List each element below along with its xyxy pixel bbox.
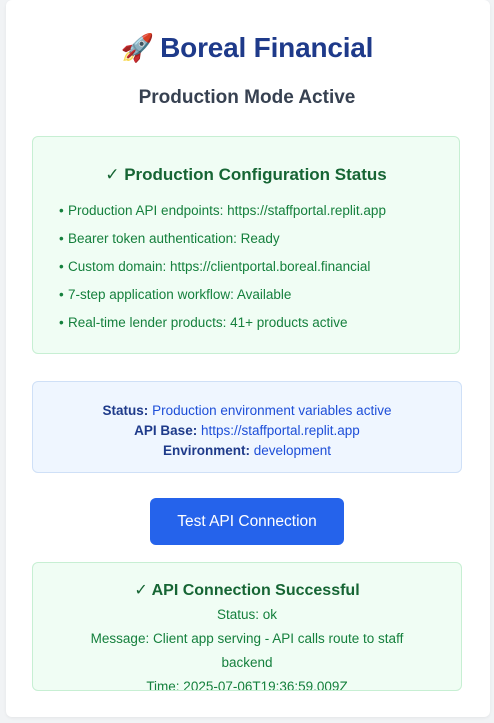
rocket-icon: 🚀	[120, 33, 155, 63]
list-item: • Bearer token authentication: Ready	[59, 231, 386, 259]
environment-info-panel: Status: Production environment variables…	[32, 381, 462, 473]
list-item-text: Custom domain: https://clientportal.bore…	[68, 259, 371, 274]
api-result-status: Status: ok	[216, 607, 278, 622]
environment-value: development	[253, 443, 332, 458]
test-api-connection-button[interactable]: Test API Connection	[150, 498, 344, 545]
page-title: 🚀 Boreal Financial	[0, 32, 494, 64]
bullet-icon: •	[59, 203, 64, 218]
app-title-text: Boreal Financial	[160, 32, 374, 63]
list-item: • Production API endpoints: https://staff…	[59, 203, 386, 231]
api-result-time: Time: 2025-07-06T19:36:59.009Z	[146, 679, 348, 691]
environment-row: Environment: development	[33, 441, 461, 461]
bullet-icon: •	[59, 287, 64, 302]
api-base-row: API Base: https://staffportal.replit.app	[33, 421, 461, 441]
bullet-icon: •	[59, 231, 64, 246]
list-item: • Custom domain: https://clientportal.bor…	[59, 259, 386, 287]
environment-label: Environment:	[162, 443, 250, 458]
status-value: Production environment variables active	[152, 403, 392, 418]
status-label: Status:	[102, 403, 149, 418]
list-item: • Real-time lender products: 41+ products…	[59, 315, 386, 343]
list-item: • 7-step application workflow: Available	[59, 287, 386, 315]
api-result-panel: ✓ API Connection Successful Status: ok M…	[32, 562, 462, 691]
api-result-heading: ✓ API Connection Successful	[134, 582, 360, 599]
api-base-label: API Base:	[134, 423, 198, 438]
configuration-status-panel: ✓ Production Configuration Status • Produ…	[32, 136, 460, 354]
bullet-icon: •	[59, 315, 64, 330]
list-item-text: Production API endpoints: https://staffp…	[68, 203, 386, 218]
api-result-message: Message: Client app serving - API calls …	[90, 631, 404, 670]
list-item-text: 7-step application workflow: Available	[68, 287, 292, 302]
list-item-text: Real-time lender products: 41+ products …	[68, 315, 348, 330]
configuration-status-heading: ✓ Production Configuration Status	[105, 165, 387, 184]
configuration-status-list: • Production API endpoints: https://staff…	[59, 203, 386, 343]
status-row: Status: Production environment variables…	[33, 401, 461, 421]
api-base-value: https://staffportal.replit.app	[200, 423, 360, 438]
page-subtitle: Production Mode Active	[138, 87, 356, 108]
list-item-text: Bearer token authentication: Ready	[68, 231, 280, 246]
bullet-icon: •	[59, 259, 64, 274]
